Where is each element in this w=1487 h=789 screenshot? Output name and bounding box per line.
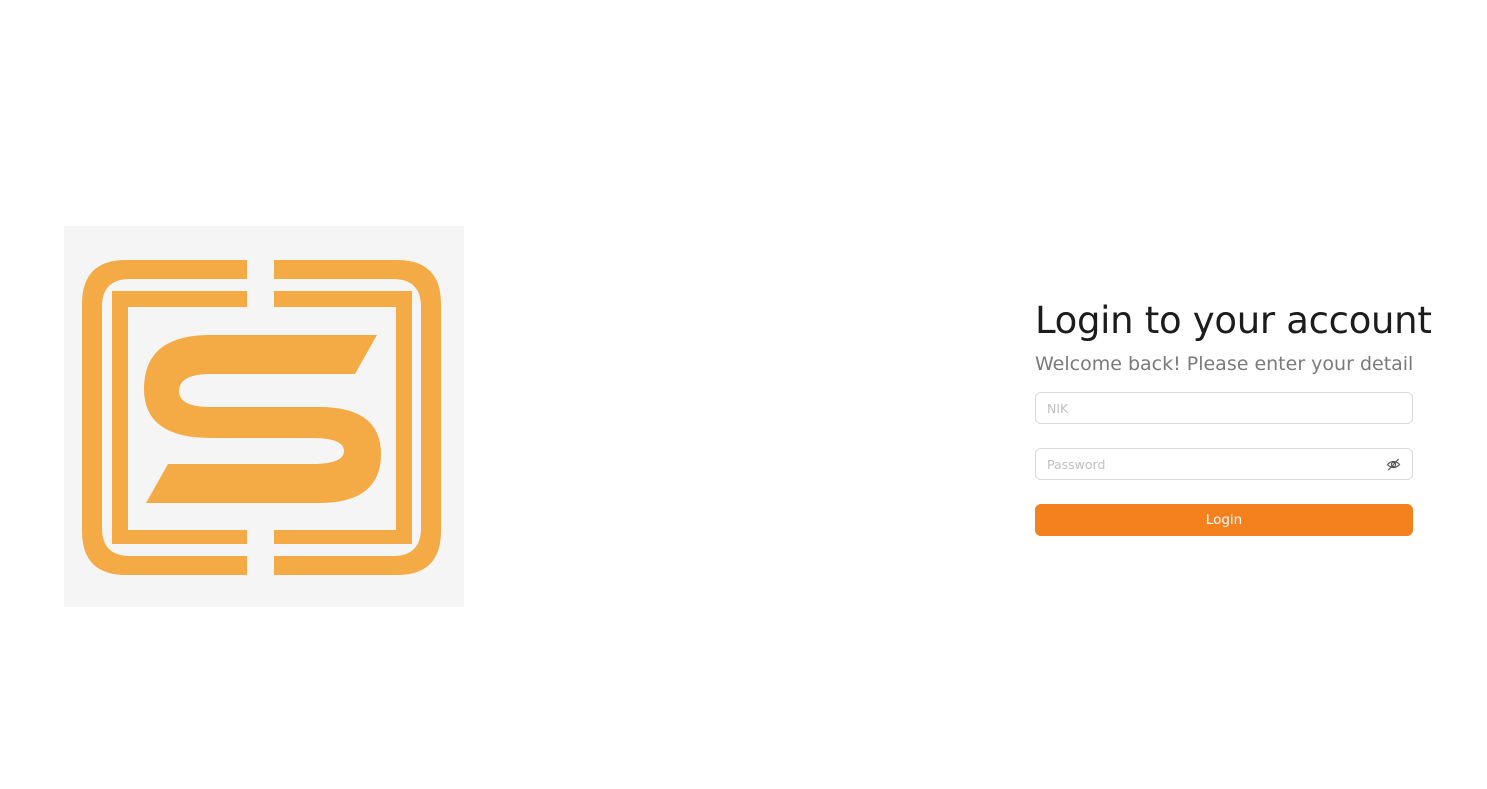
nik-input[interactable] — [1036, 393, 1412, 423]
logo-panel — [64, 226, 464, 607]
login-page: Login to your account Welcome back! Plea… — [0, 0, 1487, 789]
login-form: Login to your account Welcome back! Plea… — [1035, 296, 1432, 536]
eye-slash-icon[interactable] — [1386, 457, 1401, 472]
login-button[interactable]: Login — [1035, 504, 1413, 536]
page-title: Login to your account — [1035, 299, 1432, 342]
s-bracket-logo-icon — [82, 260, 441, 575]
page-subtitle: Welcome back! Please enter your detail — [1035, 353, 1414, 375]
password-field — [1035, 448, 1413, 480]
password-input[interactable] — [1036, 449, 1412, 479]
nik-field — [1035, 392, 1413, 424]
